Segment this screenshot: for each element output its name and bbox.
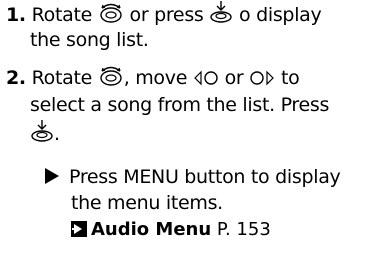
cross-reference-arrow-icon [71,221,87,237]
step-text: to [280,67,300,89]
step-number: 1. [6,4,26,26]
step-text: o display [239,4,322,26]
move-left-icon [193,68,219,95]
note-line-1: Press MENU button to display [45,164,341,191]
step-text: Rotate [31,67,93,89]
xref-title: Audio Menu [91,219,212,240]
xref-page: P. 153 [216,219,271,240]
note-triangle-icon [45,168,59,184]
step-text: . [54,123,60,145]
step-text: , move [123,67,188,89]
cross-reference-link[interactable]: Audio Menu P. 153 [71,216,271,243]
interface-dial-press-icon [30,119,54,151]
step-text: Rotate [31,4,93,26]
step-number: 2. [6,67,26,89]
note-text: Press MENU button to display [69,166,341,188]
note-line-2: the menu items. [71,192,223,214]
step-2-line-3: . [30,119,60,151]
step-2-line-2: select a song from the list. Press [30,94,330,116]
move-right-icon [249,68,275,95]
step-2-line-1: 2. Rotate , move or to [6,65,300,95]
step-1-line-2: the song list. [30,29,149,51]
step-text: or press [129,4,204,26]
interface-dial-press-icon [209,0,233,32]
step-text: or [224,67,244,89]
interface-dial-rotate-icon [98,65,124,95]
